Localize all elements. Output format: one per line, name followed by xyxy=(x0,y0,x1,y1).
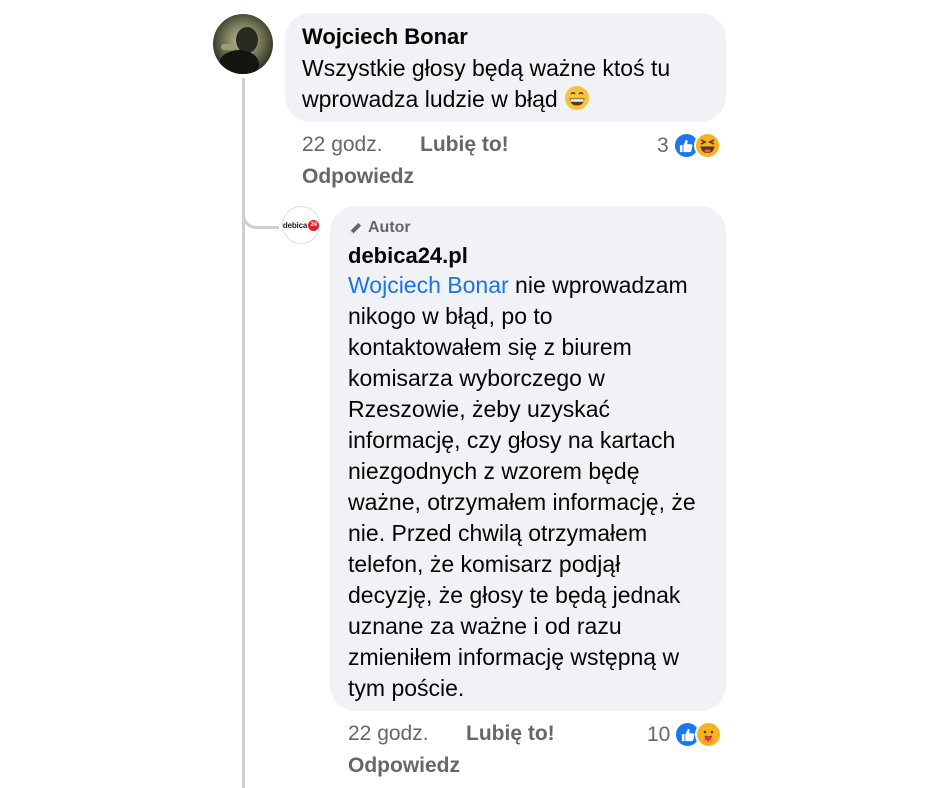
pencil-icon xyxy=(349,222,362,234)
reply-text: Wojciech Bonar nie wprowadzam nikogo w b… xyxy=(348,272,696,701)
like-button[interactable]: Lubię to! xyxy=(466,722,555,746)
page-avatar[interactable]: debica 24 xyxy=(282,206,320,244)
laughing-icon xyxy=(693,132,721,159)
reply-button[interactable]: Odpowiedz xyxy=(348,754,460,778)
comment-author[interactable]: Wojciech Bonar xyxy=(302,23,709,51)
mention-link[interactable]: Wojciech Bonar xyxy=(348,272,509,298)
author-badge: Autor xyxy=(348,218,708,238)
comment-timestamp[interactable]: 22 godz. xyxy=(302,133,383,157)
reply-bubble: Autor debica24.pl Wojciech Bonar nie wpr… xyxy=(330,206,726,711)
reaction-count: 3 xyxy=(657,133,669,157)
care-icon xyxy=(695,721,723,748)
reply-button[interactable]: Odpowiedz xyxy=(302,165,414,189)
thread-line xyxy=(242,78,245,788)
reply-author[interactable]: debica24.pl xyxy=(348,242,708,270)
reply-timestamp[interactable]: 22 godz. xyxy=(348,722,429,746)
comment-bubble: Wojciech Bonar Wszystkie głosy będą ważn… xyxy=(285,13,726,122)
debica24-logo: debica 24 xyxy=(283,219,320,231)
reactions-summary[interactable]: 10 xyxy=(647,721,723,748)
reaction-count: 10 xyxy=(647,722,671,746)
comment-text: Wszystkie głosy będą ważne ktoś tu wprow… xyxy=(302,53,709,119)
reply-branch-line xyxy=(242,196,279,229)
author-badge-label: Autor xyxy=(368,219,411,236)
reactions-summary[interactable]: 3 xyxy=(657,132,721,159)
grinning-emoji-icon xyxy=(564,85,590,119)
like-button[interactable]: Lubię to! xyxy=(420,133,509,157)
avatar[interactable] xyxy=(213,14,273,74)
